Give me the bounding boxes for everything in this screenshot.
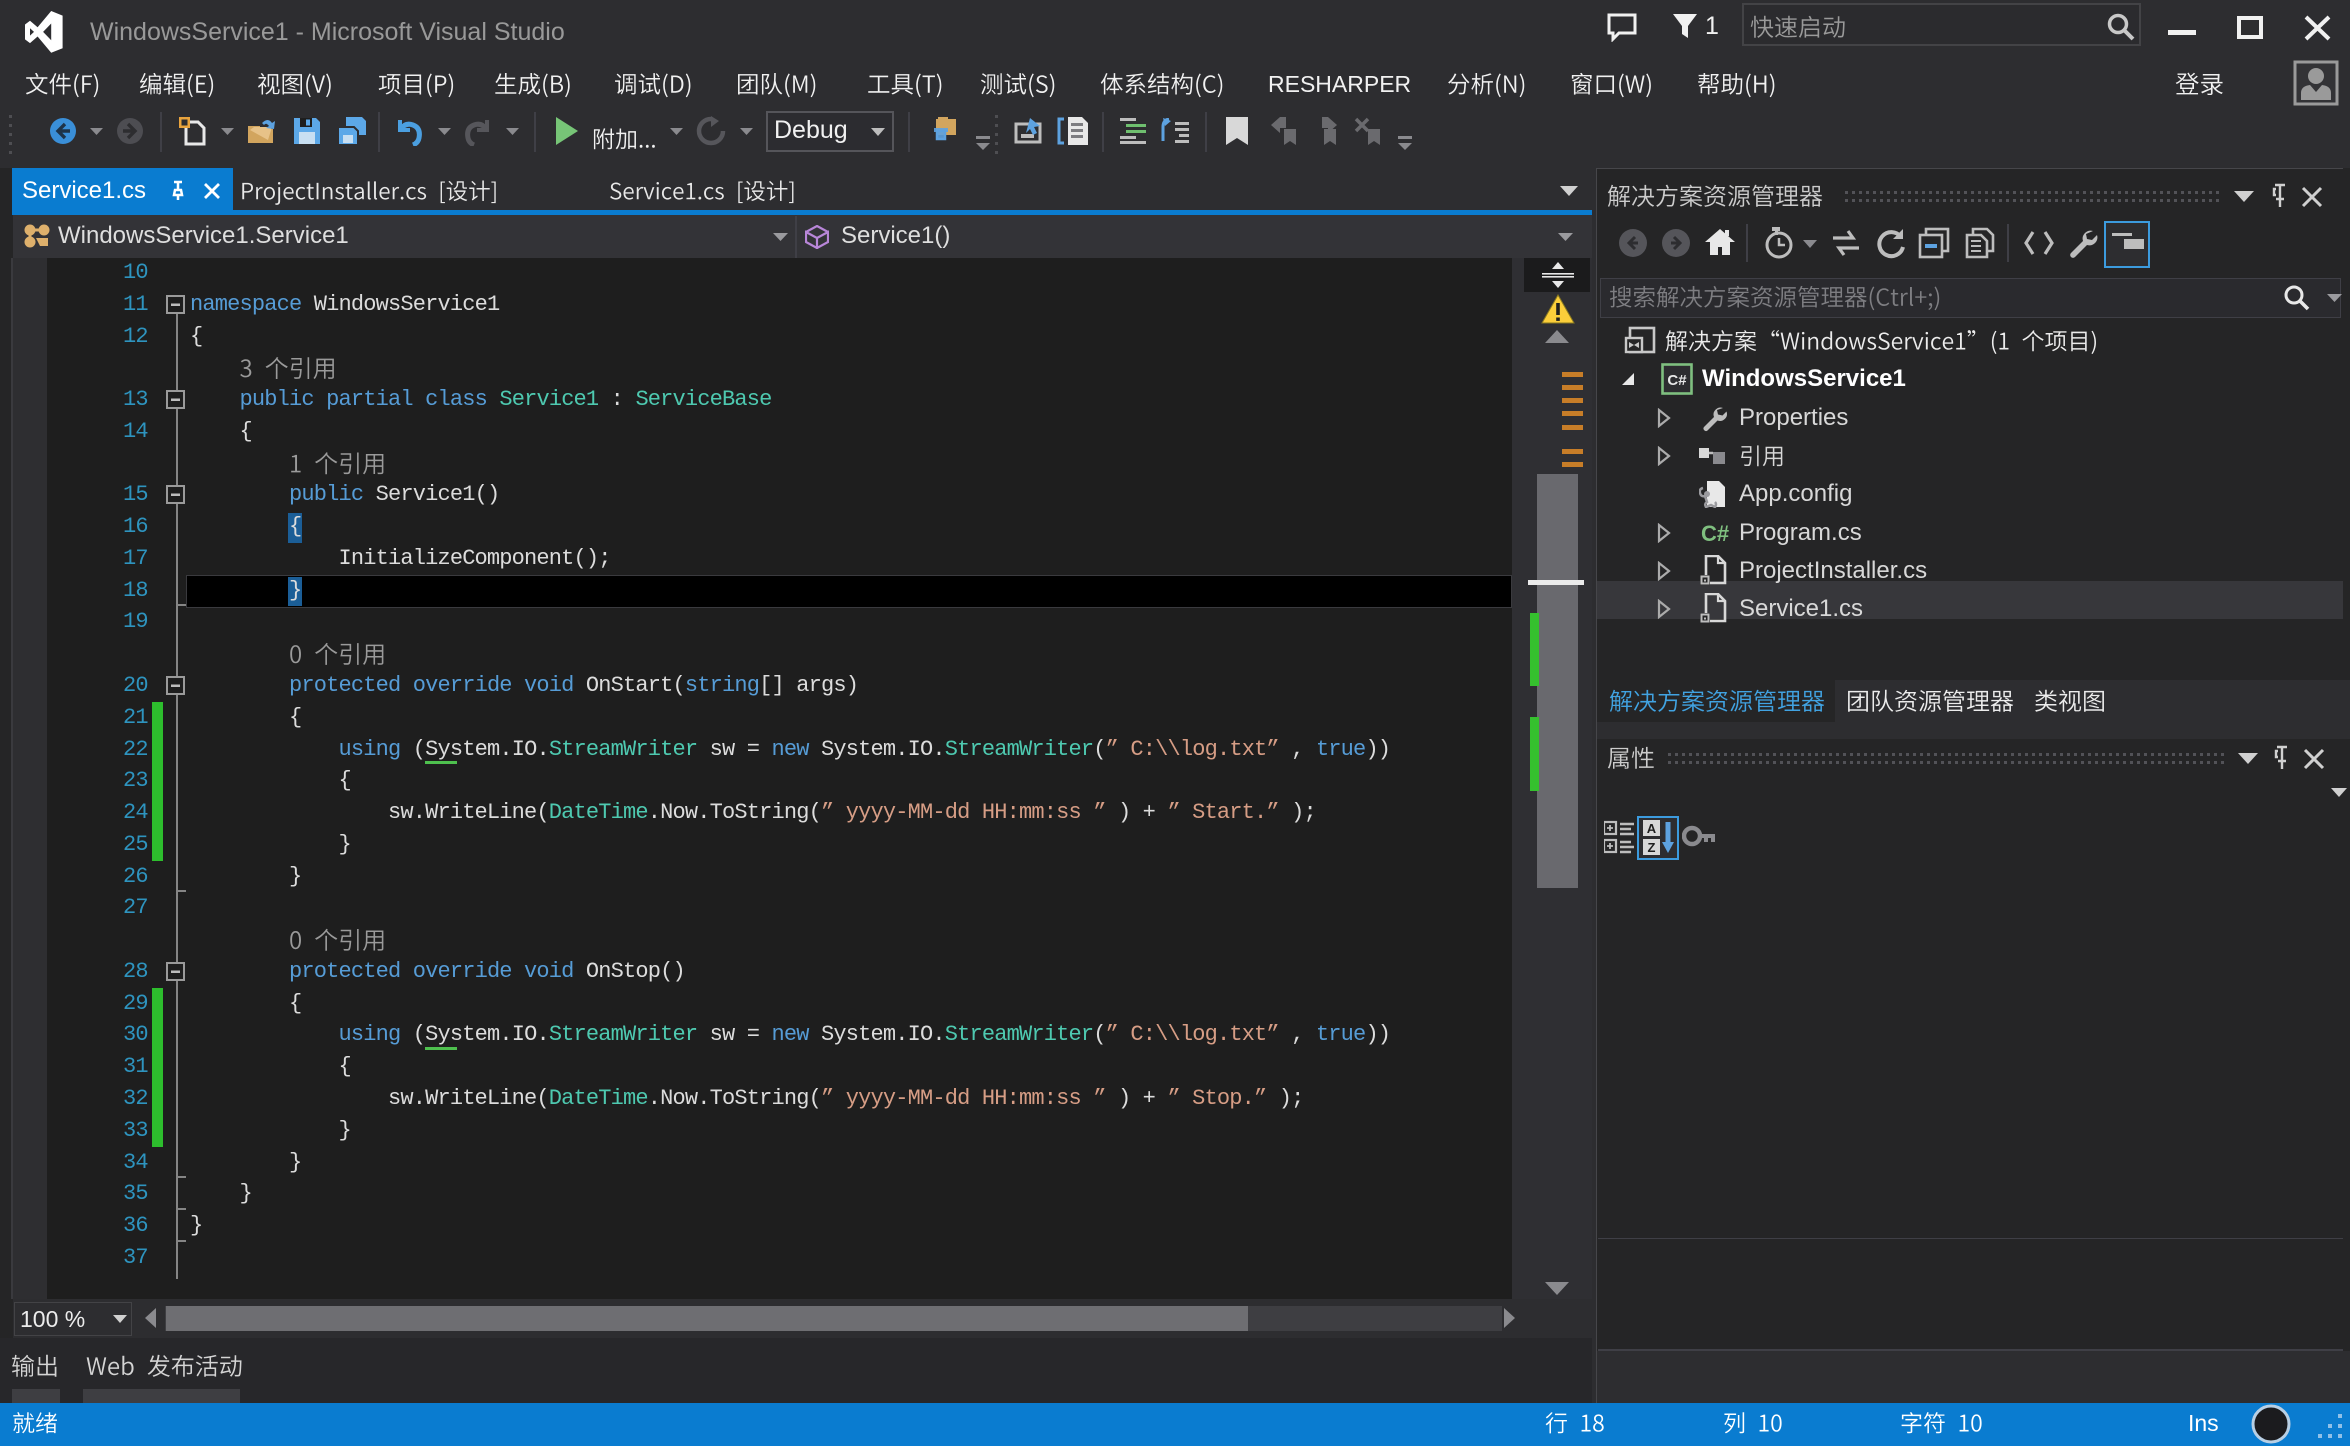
svg-text:Z: Z xyxy=(1648,840,1656,855)
svg-text:C#: C# xyxy=(1701,521,1729,546)
svg-text:C#: C# xyxy=(1667,372,1687,389)
svg-text:A: A xyxy=(1647,821,1657,836)
